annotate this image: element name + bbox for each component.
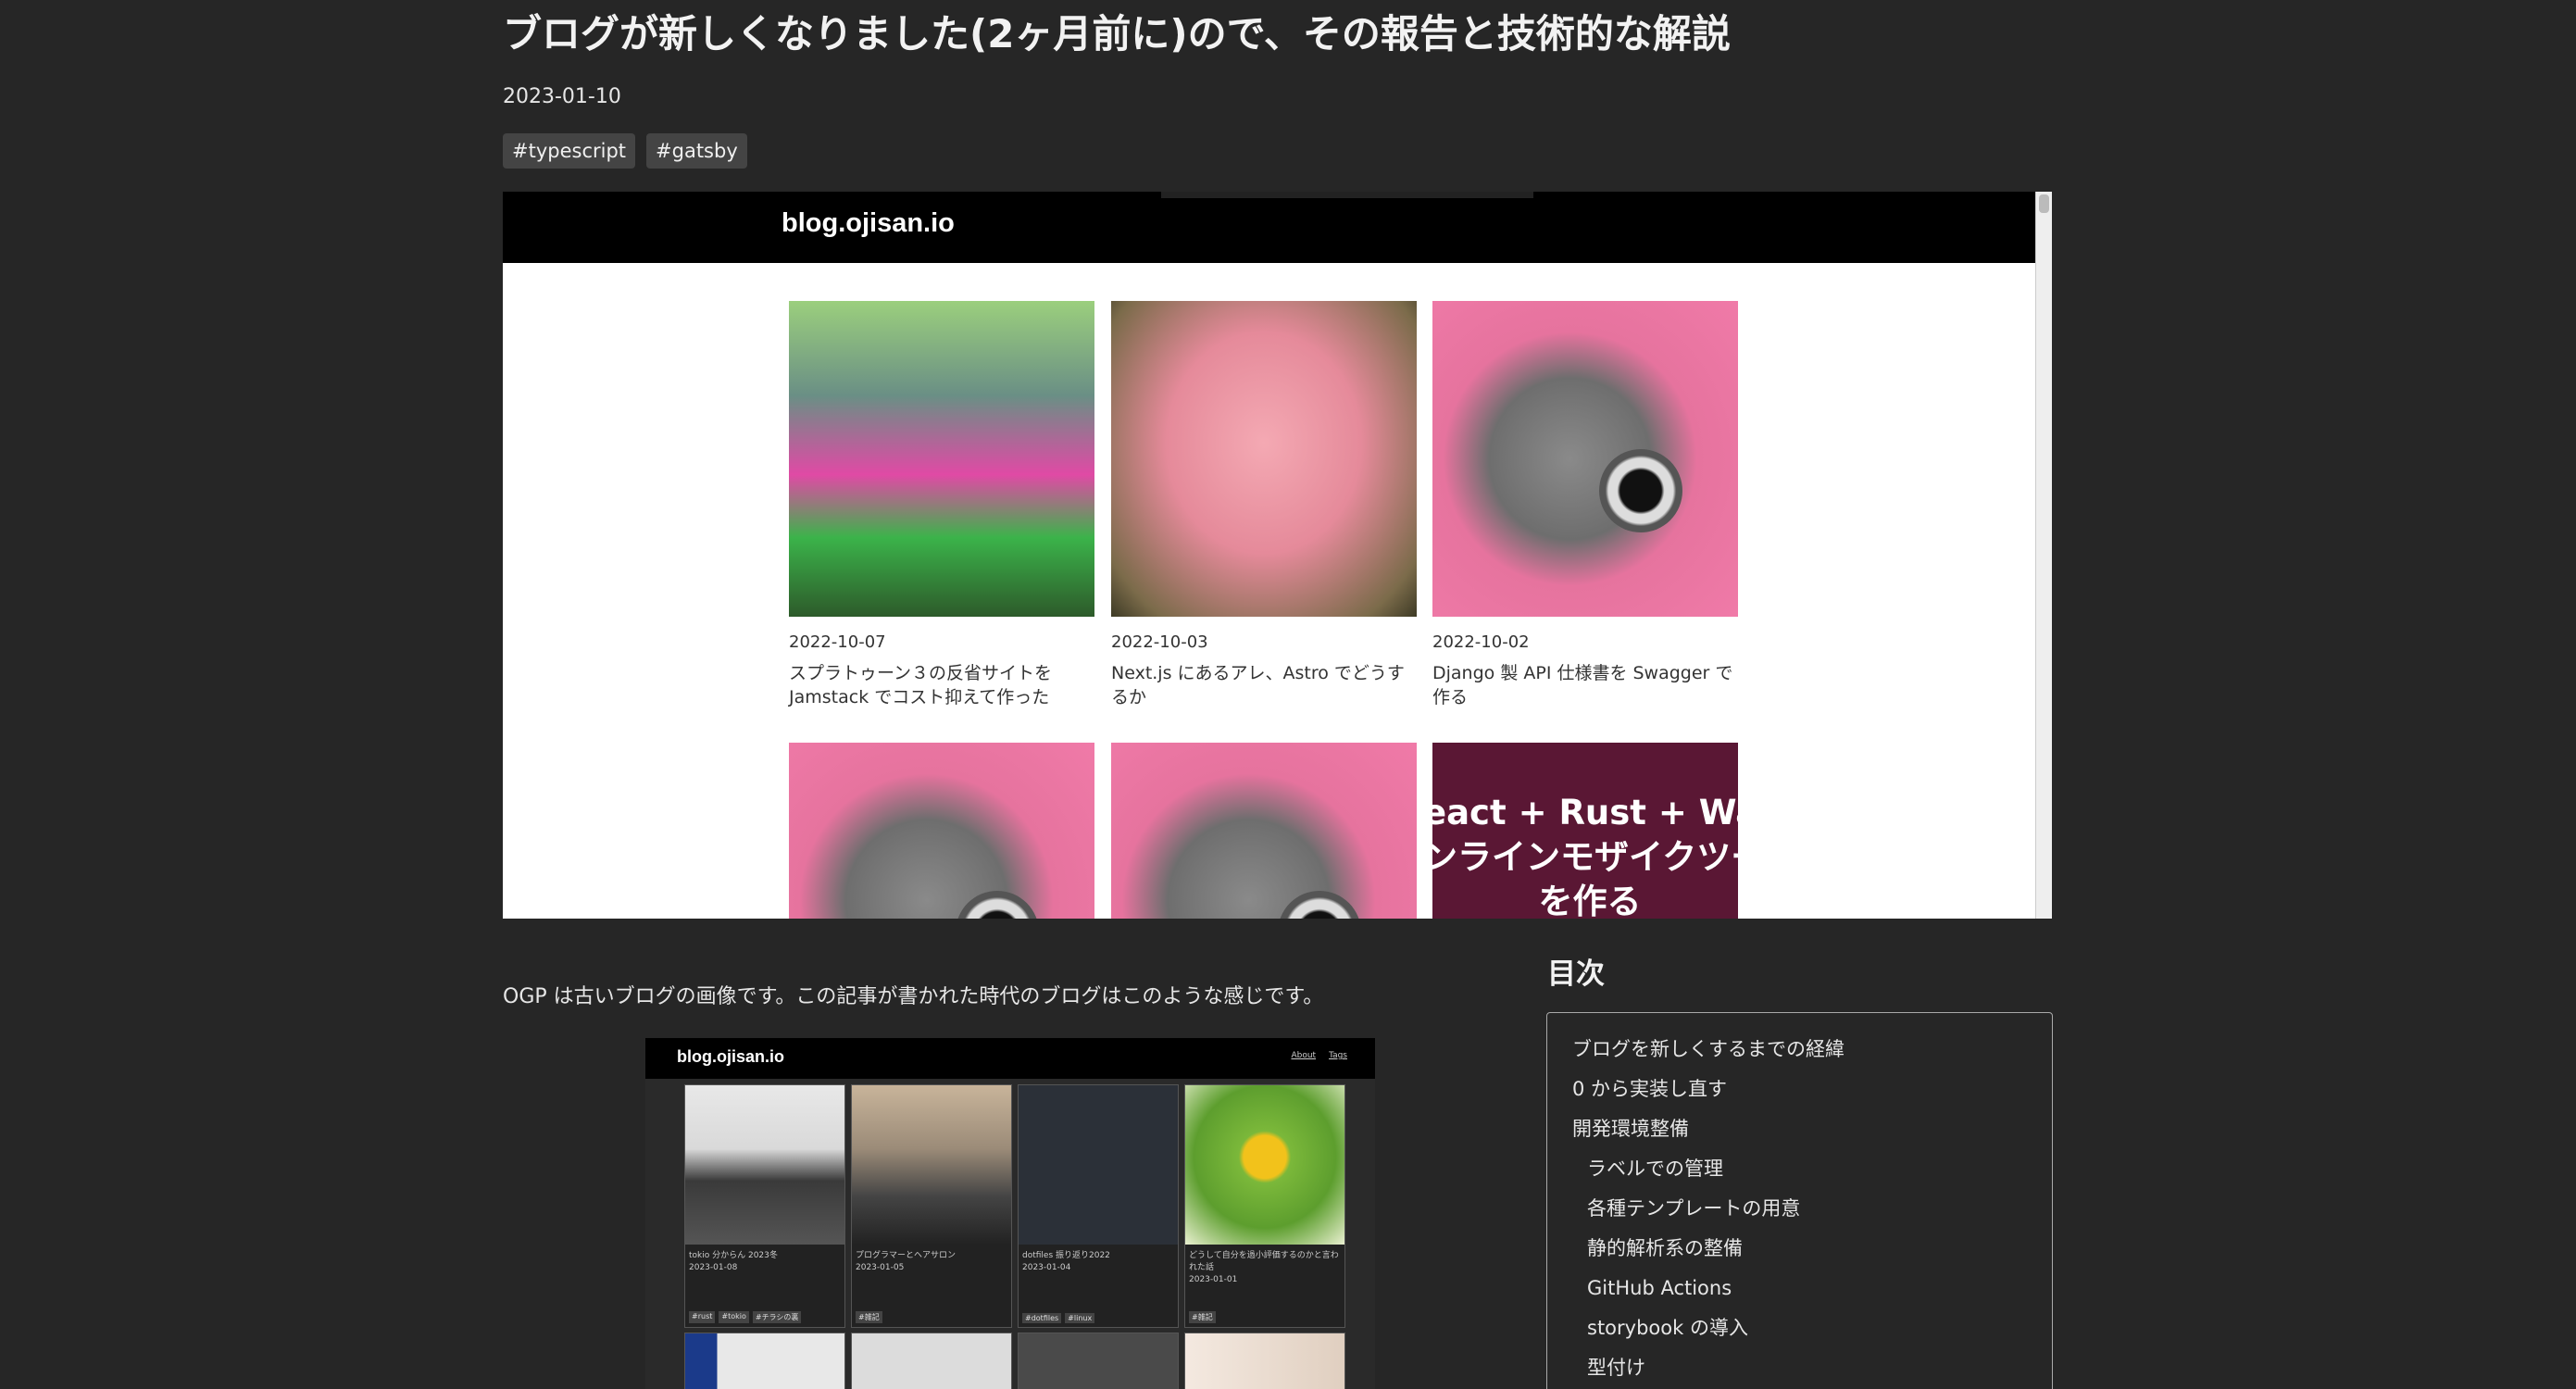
card-date: 2022-10-03 bbox=[1111, 632, 1208, 652]
hero-scrollbar bbox=[2035, 192, 2052, 919]
page-title: ブログが新しくなりました(2ヶ月前に)ので、その報告と技術的な解説 bbox=[503, 11, 1731, 56]
hero-card: 2022-10-07 スプラトゥーン３の反省サイトを Jamstack でコスト… bbox=[789, 301, 1094, 709]
tag-typescript[interactable]: #typescript bbox=[503, 133, 636, 169]
toc-link[interactable]: storybook の導入 bbox=[1547, 1308, 2052, 1348]
wasm-thumbnail-text: eact + Rust + Wasm ンラインモザイクツー を作る bbox=[1432, 793, 1738, 919]
ogp-image: blog.ojisan.io 2022-10-07 スプラトゥーン３の反省サイト… bbox=[503, 192, 2052, 919]
hero-card bbox=[1111, 743, 1417, 919]
lizard-thumbnail bbox=[1432, 301, 1738, 617]
screenshot-card: tokio 分からん 2023冬 2023-01-08 #rust #tokio #チ… bbox=[684, 1084, 845, 1328]
toc-link[interactable]: 各種テンプレートの用意 bbox=[1547, 1189, 2052, 1229]
toc-link[interactable]: ブログを新しくするまでの経緯 bbox=[1547, 1030, 2052, 1070]
hero-header-bar: blog.ojisan.io bbox=[503, 192, 2035, 263]
screenshot-card: プログラマーとヘアサロン 2023-01-05 #雑記 bbox=[851, 1084, 1012, 1328]
tags-link: Tags bbox=[1329, 1051, 1347, 1060]
tag-list: #typescript #gatsby bbox=[503, 133, 747, 169]
sushi-thumbnail bbox=[1111, 301, 1417, 617]
screenshot-nav: About Tags bbox=[1291, 1051, 1347, 1060]
toc-link[interactable]: ラベルでの管理 bbox=[1547, 1149, 2052, 1189]
hero-card: 2022-10-02 Django 製 API 仕様書を Swagger で作る bbox=[1432, 301, 1738, 709]
toc-heading: 目次 bbox=[1547, 957, 1605, 991]
lizard-thumbnail bbox=[789, 743, 1094, 919]
wasm-thumbnail: eact + Rust + Wasm ンラインモザイクツー を作る bbox=[1432, 743, 1738, 919]
card-title: スプラトゥーン３の反省サイトを Jamstack でコスト抑えて作った bbox=[789, 663, 1053, 707]
screenshot-card: dotfiles 振り返り2022 2023-01-04 #dotfiles #li… bbox=[1018, 1084, 1179, 1328]
toc-link[interactable]: 開発環境整備 bbox=[1547, 1109, 2052, 1149]
post-date: 2023-01-10 bbox=[503, 85, 621, 108]
lizard-thumbnail bbox=[1111, 743, 1417, 919]
intro-paragraph: OGP は古いブログの画像です。この記事が書かれた時代のブログはこのような感じで… bbox=[503, 985, 1324, 1008]
toc-link[interactable]: 静的解析系の整備 bbox=[1547, 1229, 2052, 1269]
card-title: Django 製 API 仕様書を Swagger で作る bbox=[1432, 663, 1733, 707]
article-page: ブログが新しくなりました(2ヶ月前に)ので、その報告と技術的な解説 2023-0… bbox=[0, 0, 2576, 1389]
toc-link[interactable]: GitHub Actions bbox=[1547, 1269, 2052, 1308]
toc-link[interactable]: 型付け bbox=[1547, 1348, 2052, 1388]
tag-gatsby[interactable]: #gatsby bbox=[646, 133, 747, 169]
screenshot-card: どうして自分を過小評価するのかと言われた話 2023-01-01 #雑記 bbox=[1184, 1084, 1345, 1328]
hero-card: 2022-10-03 Next.js にあるアレ、Astro でどうするか bbox=[1111, 301, 1417, 709]
table-of-contents: ブログを新しくするまでの経緯 0 から実装し直す 開発環境整備 ラベルでの管理 … bbox=[1546, 1012, 2053, 1389]
blog-screenshot-image: blog.ojisan.io About Tags tokio 分からん 202… bbox=[645, 1038, 1375, 1389]
card-date: 2022-10-02 bbox=[1432, 632, 1530, 652]
screenshot-header: blog.ojisan.io About Tags bbox=[645, 1038, 1375, 1079]
about-link: About bbox=[1291, 1051, 1317, 1060]
hero-logo: blog.ojisan.io bbox=[782, 208, 955, 238]
card-date: 2022-10-07 bbox=[789, 632, 886, 652]
card-title: Next.js にあるアレ、Astro でどうするか bbox=[1111, 663, 1405, 707]
toc-link[interactable]: 0 から実装し直す bbox=[1547, 1070, 2052, 1109]
screenshot-logo: blog.ojisan.io bbox=[677, 1047, 784, 1066]
hero-card: eact + Rust + Wasm ンラインモザイクツー を作る bbox=[1432, 743, 1738, 919]
hero-card bbox=[789, 743, 1094, 919]
splatoon-thumbnail bbox=[789, 301, 1094, 617]
